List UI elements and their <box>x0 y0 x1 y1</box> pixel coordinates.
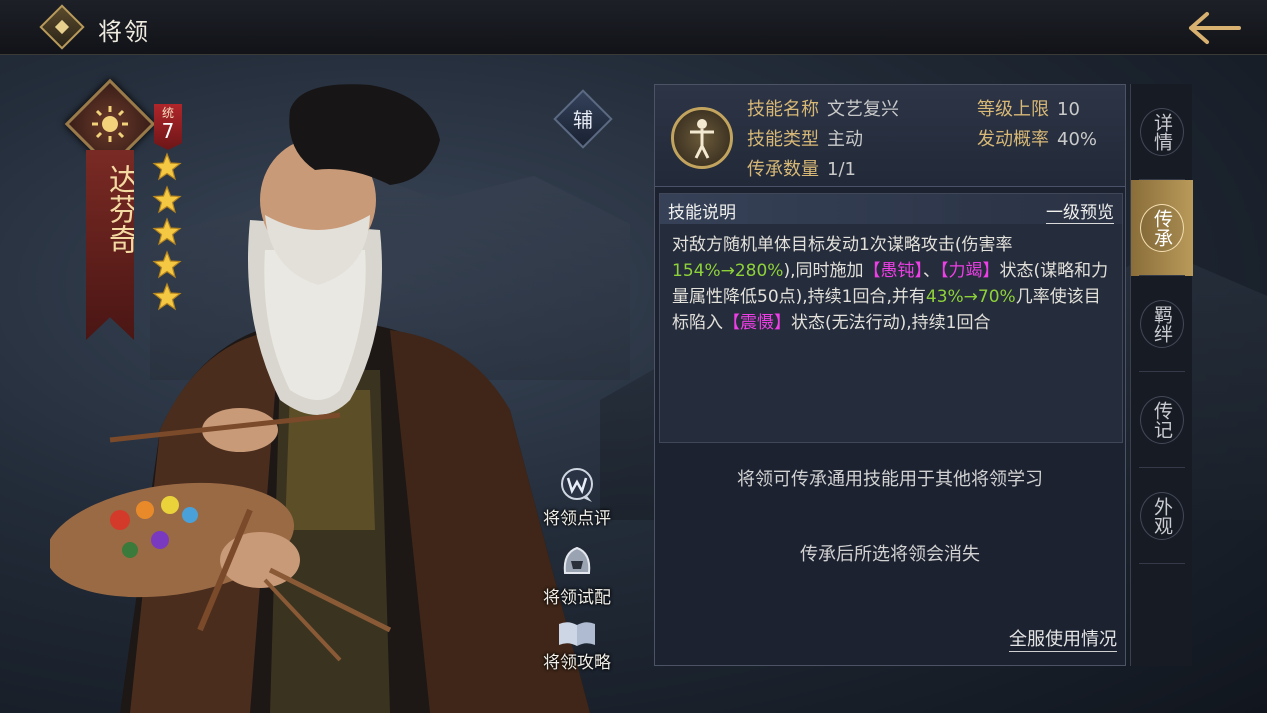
command-stat-badge: 统 7 <box>154 104 182 150</box>
page-title: 将领 <box>98 18 150 46</box>
description-highlight: 154%→280% <box>672 261 784 281</box>
star-icon <box>152 282 182 311</box>
inherit-count-label: 传承数量 <box>747 159 819 180</box>
skill-type-label: 技能类型 <box>747 129 819 150</box>
skill-description-box: 技能说明 一级预览 对敌方随机单体目标发动1次谋略攻击(伤害率 154%→280%… <box>659 193 1123 443</box>
inherit-note: 将领可传承通用技能用于其他将领学习 <box>737 469 1043 490</box>
general-review-button[interactable]: 将领点评 <box>532 466 622 529</box>
inherit-count-value: 1/1 <box>827 159 856 180</box>
inherit-count-row: 传承数量 1/1 <box>747 155 856 181</box>
description-header: 技能说明 一级预览 <box>660 194 1122 224</box>
tab-label: 传记 <box>1151 401 1173 439</box>
tab-1[interactable]: 传承 <box>1131 180 1193 276</box>
description-highlight: 【震慑】 <box>723 313 791 333</box>
general-review-label: 将领点评 <box>543 509 611 529</box>
trigger-rate-value: 40% <box>1057 129 1098 150</box>
side-tabs: 详情传承羁绊传记外观 <box>1130 84 1193 666</box>
tab-3[interactable]: 传记 <box>1131 372 1193 468</box>
general-guide-button[interactable]: 将领攻略 <box>532 618 622 673</box>
book-icon <box>559 622 595 646</box>
skill-header: 技能名称 文艺复兴 技能类型 主动 传承数量 1/1 等级上限 10 发动概率 40% <box>655 85 1125 187</box>
description-text-segment: 、 <box>923 261 940 281</box>
level-cap-row: 等级上限 10 <box>977 95 1080 121</box>
tab-0[interactable]: 详情 <box>1131 84 1193 180</box>
server-usage-link[interactable]: 全服使用情况 <box>1009 625 1117 652</box>
trigger-rate-row: 发动概率 40% <box>977 125 1097 151</box>
star-icon <box>152 217 182 246</box>
star-rating <box>152 152 186 315</box>
skill-name-label: 技能名称 <box>747 99 819 120</box>
general-name: 达芬奇 <box>103 164 138 254</box>
general-trial-label: 将领试配 <box>543 588 611 608</box>
tab-label: 外观 <box>1151 497 1173 535</box>
sun-icon <box>92 106 128 142</box>
tab-4[interactable]: 外观 <box>1131 468 1193 564</box>
description-text-segment: 对敌方随机单体目标发动1次谋略攻击(伤害率 <box>672 235 1013 255</box>
top-bar: 将领 <box>0 0 1267 55</box>
stat-value: 7 <box>161 119 175 143</box>
back-arrow-icon[interactable] <box>1187 10 1243 46</box>
tab-divider <box>1139 563 1185 564</box>
comment-w-icon <box>561 468 593 502</box>
tab-label: 羁绊 <box>1151 305 1173 343</box>
star-icon <box>152 249 182 278</box>
skill-name-row: 技能名称 文艺复兴 <box>747 95 899 121</box>
role-badge: 辅 <box>573 108 593 132</box>
skill-panel: 技能名称 文艺复兴 技能类型 主动 传承数量 1/1 等级上限 10 发动概率 40% 技… <box>654 84 1126 666</box>
stat-label: 统 <box>161 106 174 120</box>
name-ribbon: 达芬奇 <box>86 150 134 340</box>
general-trial-button[interactable]: 将领试配 <box>532 543 622 608</box>
level-cap-value: 10 <box>1057 99 1080 120</box>
general-guide-label: 将领攻略 <box>543 653 611 673</box>
diamond-emblem-icon <box>39 4 85 50</box>
skill-dancer-icon[interactable] <box>671 107 733 169</box>
general-portrait <box>50 84 590 713</box>
skill-type-value: 主动 <box>827 129 863 150</box>
star-icon <box>152 184 182 213</box>
description-highlight: 【愚钝】 <box>863 261 924 281</box>
description-title: 技能说明 <box>668 203 736 223</box>
description-text: 对敌方随机单体目标发动1次谋略攻击(伤害率 154%→280%),同时施加【愚钝】… <box>672 232 1114 336</box>
inherit-warning: 传承后所选将领会消失 <box>800 544 980 565</box>
description-text-segment: 状态(无法行动),持续1回合 <box>791 313 991 333</box>
star-icon <box>152 152 182 181</box>
trigger-rate-label: 发动概率 <box>977 129 1049 150</box>
description-highlight: 43%→70% <box>925 287 1016 307</box>
description-text-segment: ),同时施加 <box>783 261 864 281</box>
tab-label: 详情 <box>1151 113 1173 151</box>
tab-label: 传承 <box>1151 209 1173 247</box>
tab-2[interactable]: 羁绊 <box>1131 276 1193 372</box>
level-one-preview-link[interactable]: 一级预览 <box>1046 198 1114 224</box>
helmet-icon <box>563 546 591 574</box>
skill-type-row: 技能类型 主动 <box>747 125 863 151</box>
description-highlight: 【力竭】 <box>940 261 1000 281</box>
level-cap-label: 等级上限 <box>977 99 1049 120</box>
skill-name-value: 文艺复兴 <box>827 99 899 120</box>
